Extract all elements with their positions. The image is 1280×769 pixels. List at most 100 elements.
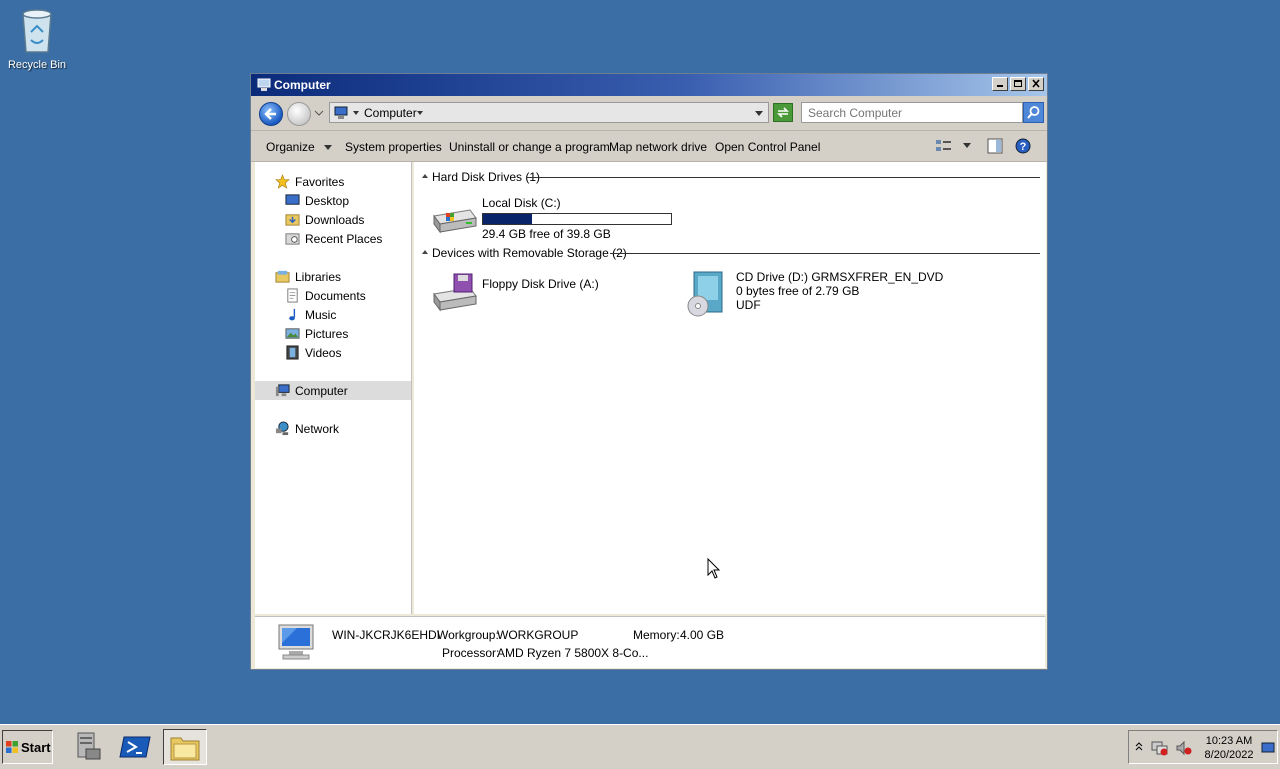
taskbar-explorer[interactable] — [163, 729, 207, 765]
nav-label: Downloads — [305, 213, 365, 227]
close-icon — [1032, 79, 1040, 88]
history-dropdown-icon[interactable] — [314, 110, 324, 116]
recycle-bin-icon — [22, 9, 52, 53]
drive-filesystem: UDF — [736, 298, 761, 312]
svg-text:?: ? — [1020, 141, 1027, 153]
nav-computer[interactable]: Computer — [255, 381, 411, 400]
map-network-drive-button[interactable]: Map network drive — [609, 140, 707, 154]
music-icon — [289, 308, 296, 321]
nav-label: Documents — [305, 289, 366, 303]
drive-floppy-a[interactable]: Floppy Disk Drive (A:) — [430, 270, 670, 318]
server-manager-icon — [77, 732, 101, 760]
nav-recent-places[interactable]: Recent Places — [255, 229, 411, 248]
nav-label: Videos — [305, 346, 342, 360]
nav-label: Music — [305, 308, 337, 322]
libraries-icon — [275, 270, 290, 283]
group-header-label: Hard Disk Drives (1) — [432, 170, 541, 184]
start-button[interactable]: Start — [2, 730, 53, 764]
change-view-icon[interactable] — [935, 138, 953, 154]
breadcrumb-arrow-icon[interactable] — [352, 109, 360, 117]
group-divider — [526, 177, 1040, 178]
show-hidden-icons-icon[interactable] — [1135, 741, 1143, 751]
powershell-icon — [119, 736, 151, 758]
nav-label: Favorites — [295, 175, 345, 189]
volume-muted-icon[interactable] — [1175, 740, 1193, 756]
pictures-icon — [285, 328, 300, 339]
forward-button[interactable] — [287, 102, 311, 126]
system-properties-button[interactable]: System properties — [345, 140, 442, 154]
videos-icon — [286, 345, 299, 360]
clock-time: 10:23 AM — [1205, 735, 1253, 747]
group-header-label: Devices with Removable Storage (2) — [432, 246, 627, 260]
address-field[interactable]: Computer — [329, 102, 769, 123]
group-header-removable[interactable]: Devices with Removable Storage (2) — [422, 246, 1040, 260]
clock[interactable]: 10:23 AM 8/20/2022 — [1199, 734, 1259, 762]
computer-icon — [257, 78, 271, 91]
group-divider — [610, 253, 1040, 254]
breadcrumb-computer[interactable]: Computer — [364, 106, 417, 120]
collapse-triangle-icon — [422, 250, 428, 254]
details-pane: WIN-JKCRJK6EHDI Workgroup: WORKGROUP Mem… — [255, 616, 1045, 668]
close-button[interactable] — [1028, 77, 1044, 91]
computer-name: WIN-JKCRJK6EHDI — [332, 628, 441, 642]
open-control-panel-button[interactable]: Open Control Panel — [715, 140, 820, 154]
search-icon — [1027, 106, 1040, 119]
nav-videos[interactable]: Videos — [255, 343, 411, 362]
title-bar[interactable]: Computer — [251, 74, 1047, 96]
recycle-bin-label: Recycle Bin — [7, 59, 67, 71]
organize-button[interactable]: Organize — [266, 140, 333, 154]
drive-local-disk-c[interactable]: Local Disk (C:) 29.4 GB free of 39.8 GB — [430, 196, 710, 244]
workgroup-value: WORKGROUP — [497, 628, 579, 642]
group-header-hard-disks[interactable]: Hard Disk Drives (1) — [422, 170, 1040, 184]
organize-label: Organize — [266, 140, 315, 154]
floppy-drive-icon — [433, 273, 477, 312]
nav-favorites[interactable]: Favorites — [255, 172, 411, 191]
nav-music[interactable]: Music — [255, 305, 411, 324]
folder-icon — [170, 737, 200, 761]
show-desktop-icon[interactable] — [1261, 742, 1275, 754]
minimize-button[interactable] — [992, 77, 1008, 91]
search-button[interactable] — [1023, 102, 1044, 123]
disk-usage-fill — [483, 214, 532, 224]
nav-desktop[interactable]: Desktop — [255, 191, 411, 210]
workgroup-label: Workgroup: — [437, 628, 499, 642]
recent-places-icon — [285, 233, 300, 245]
uninstall-program-button[interactable]: Uninstall or change a program — [449, 140, 610, 154]
refresh-button[interactable] — [773, 103, 793, 122]
command-bar: Organize System properties Uninstall or … — [251, 131, 1047, 162]
recycle-bin[interactable]: Recycle Bin — [4, 6, 70, 71]
address-bar-row: Computer — [251, 96, 1047, 131]
nav-label: Desktop — [305, 194, 350, 208]
taskbar-server-manager[interactable] — [66, 729, 110, 765]
computer-icon — [275, 384, 290, 397]
hard-disk-icon — [433, 209, 477, 234]
drive-cd-d[interactable]: CD Drive (D:) GRMSXFRER_EN_DVD 0 bytes f… — [684, 270, 964, 318]
nav-documents[interactable]: Documents — [255, 286, 411, 305]
network-icon — [275, 421, 289, 436]
help-icon[interactable]: ? — [1015, 138, 1031, 154]
desktop-icon — [285, 194, 300, 205]
nav-pictures[interactable]: Pictures — [255, 324, 411, 343]
drive-free-space: 0 bytes free of 2.79 GB — [736, 284, 860, 298]
drive-name: Local Disk (C:) — [482, 196, 561, 210]
maximize-button[interactable] — [1010, 77, 1026, 91]
nav-label: Libraries — [295, 270, 342, 284]
nav-network[interactable]: Network — [255, 419, 411, 438]
nav-libraries[interactable]: Libraries — [255, 267, 411, 286]
nav-downloads[interactable]: Downloads — [255, 210, 411, 229]
chevron-down-icon — [324, 145, 333, 150]
search-input[interactable] — [801, 102, 1023, 123]
memory-value: 4.00 GB — [680, 628, 725, 642]
processor-label: Processor: — [442, 646, 500, 660]
view-dropdown-icon[interactable] — [963, 143, 971, 149]
network-status-icon[interactable] — [1151, 740, 1169, 756]
preview-pane-icon[interactable] — [987, 138, 1003, 154]
address-dropdown-icon[interactable] — [754, 109, 764, 117]
refresh-icon — [777, 107, 789, 118]
computer-icon — [278, 624, 314, 660]
taskbar-powershell[interactable] — [114, 729, 158, 765]
disk-usage-bar — [482, 213, 672, 225]
crumb-dropdown-icon[interactable] — [416, 109, 424, 117]
navigation-pane: Favorites Desktop Downloads Recent Place… — [255, 162, 412, 614]
back-button[interactable] — [259, 102, 283, 126]
